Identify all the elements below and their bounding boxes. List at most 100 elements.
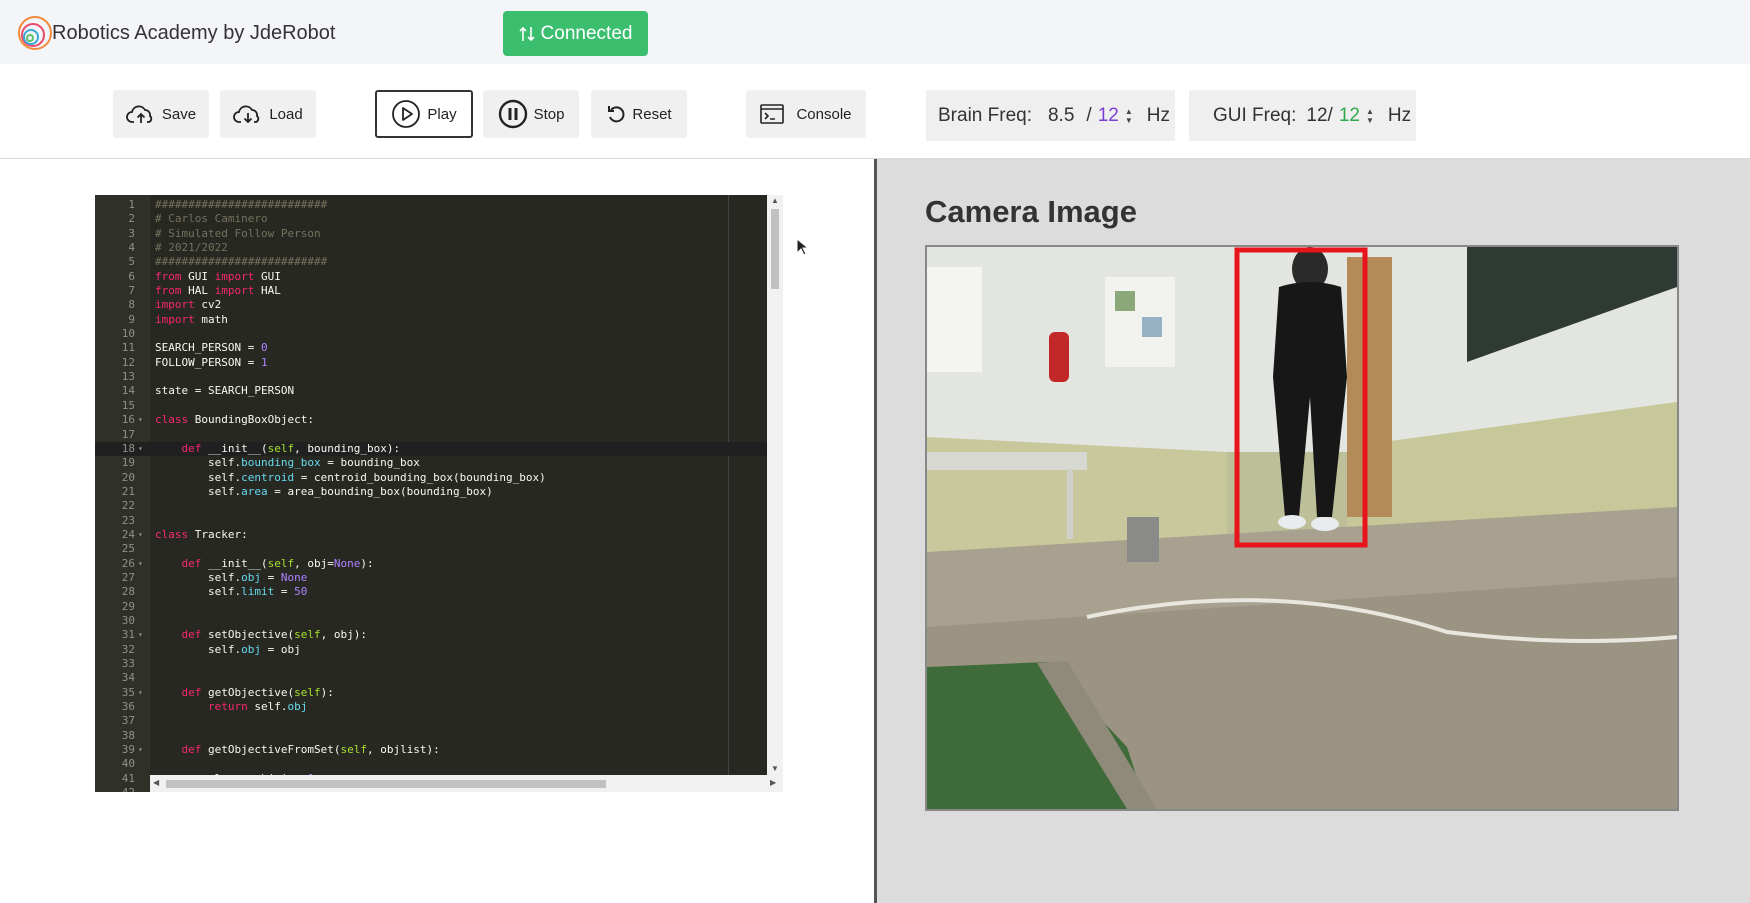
code-line[interactable]: 39 ▾ def getObjectiveFromSet(self, objlis…	[95, 743, 783, 757]
code-line[interactable]: 25	[95, 542, 783, 556]
code-line[interactable]: 38	[95, 729, 783, 743]
stop-label: Stop	[533, 105, 565, 123]
code-line[interactable]: 15	[95, 399, 783, 413]
connection-status-button[interactable]: Connected	[503, 11, 648, 56]
line-number: 38	[121, 728, 135, 742]
code-text: state = SEARCH_PERSON	[155, 384, 295, 398]
line-number: 8	[128, 298, 135, 312]
brain-freq-value: 8.5	[1047, 104, 1075, 126]
code-line[interactable]: 11 SEARCH_PERSON = 0	[95, 341, 783, 355]
line-number: 37	[121, 714, 135, 728]
fold-toggle-icon[interactable]: ▾	[138, 686, 143, 700]
brain-freq-target-input[interactable]: 12	[1098, 105, 1119, 127]
horizontal-scrollbar[interactable]: ◀ ▶	[150, 775, 783, 792]
code-line[interactable]: 17	[95, 428, 783, 442]
brain-freq-spinner-icon[interactable]: ▲ ▼	[1125, 107, 1133, 125]
code-text: def setObjective(self, obj):	[181, 628, 367, 642]
gui-freq-spinner-icon[interactable]: ▲ ▼	[1366, 107, 1374, 125]
fold-toggle-icon[interactable]: ▾	[138, 413, 143, 427]
code-line[interactable]: 21 self.area = area_bounding_box(boundin…	[95, 485, 783, 499]
fold-toggle-icon[interactable]: ▾	[138, 743, 143, 757]
code-text: # Carlos Caminero	[155, 212, 268, 226]
code-editor[interactable]: 1 ########################## 2 # Carlos Cam…	[95, 195, 783, 792]
code-line[interactable]: 19 self.bounding_box = bounding_box	[95, 456, 783, 470]
code-text: return self.obj	[207, 700, 308, 714]
mouse-pointer-icon	[796, 238, 808, 256]
code-line[interactable]: 33	[95, 657, 783, 671]
code-line[interactable]: 31 ▾ def setObjective(self, obj):	[95, 628, 783, 642]
code-line[interactable]: 22	[95, 499, 783, 513]
code-line[interactable]: 13	[95, 370, 783, 384]
code-line[interactable]: 36 return self.obj	[95, 700, 783, 714]
code-line[interactable]: 18 ▾ def __init__(self, bounding_box):	[95, 441, 783, 457]
code-text: FOLLOW_PERSON = 1	[155, 355, 268, 369]
code-line[interactable]: 3 # Simulated Follow Person	[95, 227, 783, 241]
gui-freq-control: GUI Freq: 12/ 12 ▲ ▼ Hz	[1189, 90, 1416, 141]
brain-freq-label: Brain Freq:	[938, 104, 1032, 126]
fold-toggle-icon[interactable]: ▾	[138, 557, 143, 571]
vertical-scrollbar[interactable]: ▲ ▼	[767, 195, 783, 775]
code-line[interactable]: 4 # 2021/2022	[95, 241, 783, 255]
code-lines[interactable]: 1 ########################## 2 # Carlos Cam…	[95, 198, 783, 792]
code-line[interactable]: 26 ▾ def __init__(self, obj=None):	[95, 557, 783, 571]
line-number: 11	[121, 341, 135, 355]
horizontal-scroll-thumb[interactable]	[166, 780, 606, 788]
code-line[interactable]: 29	[95, 600, 783, 614]
code-text: self.obj = None	[155, 570, 308, 584]
code-line[interactable]: 28 self.limit = 50	[95, 585, 783, 599]
code-line[interactable]: 16 ▾ class BoundingBoxObject:	[95, 413, 783, 427]
code-text: def getObjectiveFromSet(self, objlist):	[181, 743, 440, 757]
line-number: 36	[121, 700, 135, 714]
code-line[interactable]: 2 # Carlos Caminero	[95, 212, 783, 226]
vertical-scroll-thumb[interactable]	[771, 209, 779, 289]
line-number: 40	[121, 757, 135, 771]
line-number: 34	[121, 671, 135, 685]
code-line[interactable]: 7 from HAL import HAL	[95, 284, 783, 298]
camera-image	[925, 245, 1679, 811]
code-line[interactable]: 27 self.obj = None	[95, 571, 783, 585]
save-button[interactable]: Save	[113, 90, 209, 138]
code-text: from GUI import GUI	[155, 269, 281, 283]
code-text: ##########################	[155, 255, 328, 269]
line-number: 16	[121, 413, 135, 427]
line-number: 20	[121, 470, 135, 484]
code-line[interactable]: 9 import math	[95, 313, 783, 327]
console-button[interactable]: Console	[746, 90, 866, 138]
code-line[interactable]: 12 FOLLOW_PERSON = 1	[95, 356, 783, 370]
scroll-down-icon[interactable]: ▼	[771, 764, 779, 773]
brain-freq-separator: /	[1086, 104, 1092, 126]
code-line[interactable]: 8 import cv2	[95, 298, 783, 312]
code-line[interactable]: 35 ▾ def getObjective(self):	[95, 686, 783, 700]
code-line[interactable]: 37	[95, 714, 783, 728]
code-text: self.centroid = centroid_bounding_box(bo…	[155, 470, 546, 484]
code-text: def __init__(self, bounding_box):	[181, 441, 401, 455]
scroll-right-icon[interactable]: ▶	[770, 778, 776, 787]
camera-title: Camera Image	[925, 194, 1137, 229]
code-line[interactable]: 30	[95, 614, 783, 628]
code-line[interactable]: 24 ▾ class Tracker:	[95, 528, 783, 542]
code-line[interactable]: 32 self.obj = obj	[95, 643, 783, 657]
code-line[interactable]: 23	[95, 514, 783, 528]
fold-toggle-icon[interactable]: ▾	[138, 528, 143, 542]
code-line[interactable]: 5 ##########################	[95, 255, 783, 269]
fold-toggle-icon[interactable]: ▾	[138, 628, 143, 642]
code-line[interactable]: 20 self.centroid = centroid_bounding_box…	[95, 471, 783, 485]
code-line[interactable]: 6 from GUI import GUI	[95, 270, 783, 284]
code-line[interactable]: 14 state = SEARCH_PERSON	[95, 384, 783, 398]
reset-button[interactable]: Reset	[591, 90, 687, 138]
code-line[interactable]: 10	[95, 327, 783, 341]
code-line[interactable]: 34	[95, 671, 783, 685]
connection-status-label: Connected	[540, 22, 633, 44]
console-label: Console	[796, 105, 852, 123]
fold-toggle-icon[interactable]: ▾	[138, 442, 143, 456]
scroll-left-icon[interactable]: ◀	[153, 778, 159, 787]
code-text: SEARCH_PERSON = 0	[155, 341, 268, 355]
scroll-up-icon[interactable]: ▲	[771, 196, 779, 205]
line-number: 29	[121, 599, 135, 613]
code-line[interactable]: 40	[95, 757, 783, 771]
play-button[interactable]: Play	[375, 90, 473, 138]
gui-freq-target-input[interactable]: 12	[1339, 105, 1360, 127]
load-button[interactable]: Load	[220, 90, 316, 138]
stop-button[interactable]: Stop	[483, 90, 579, 138]
code-line[interactable]: 1 ##########################	[95, 198, 783, 212]
